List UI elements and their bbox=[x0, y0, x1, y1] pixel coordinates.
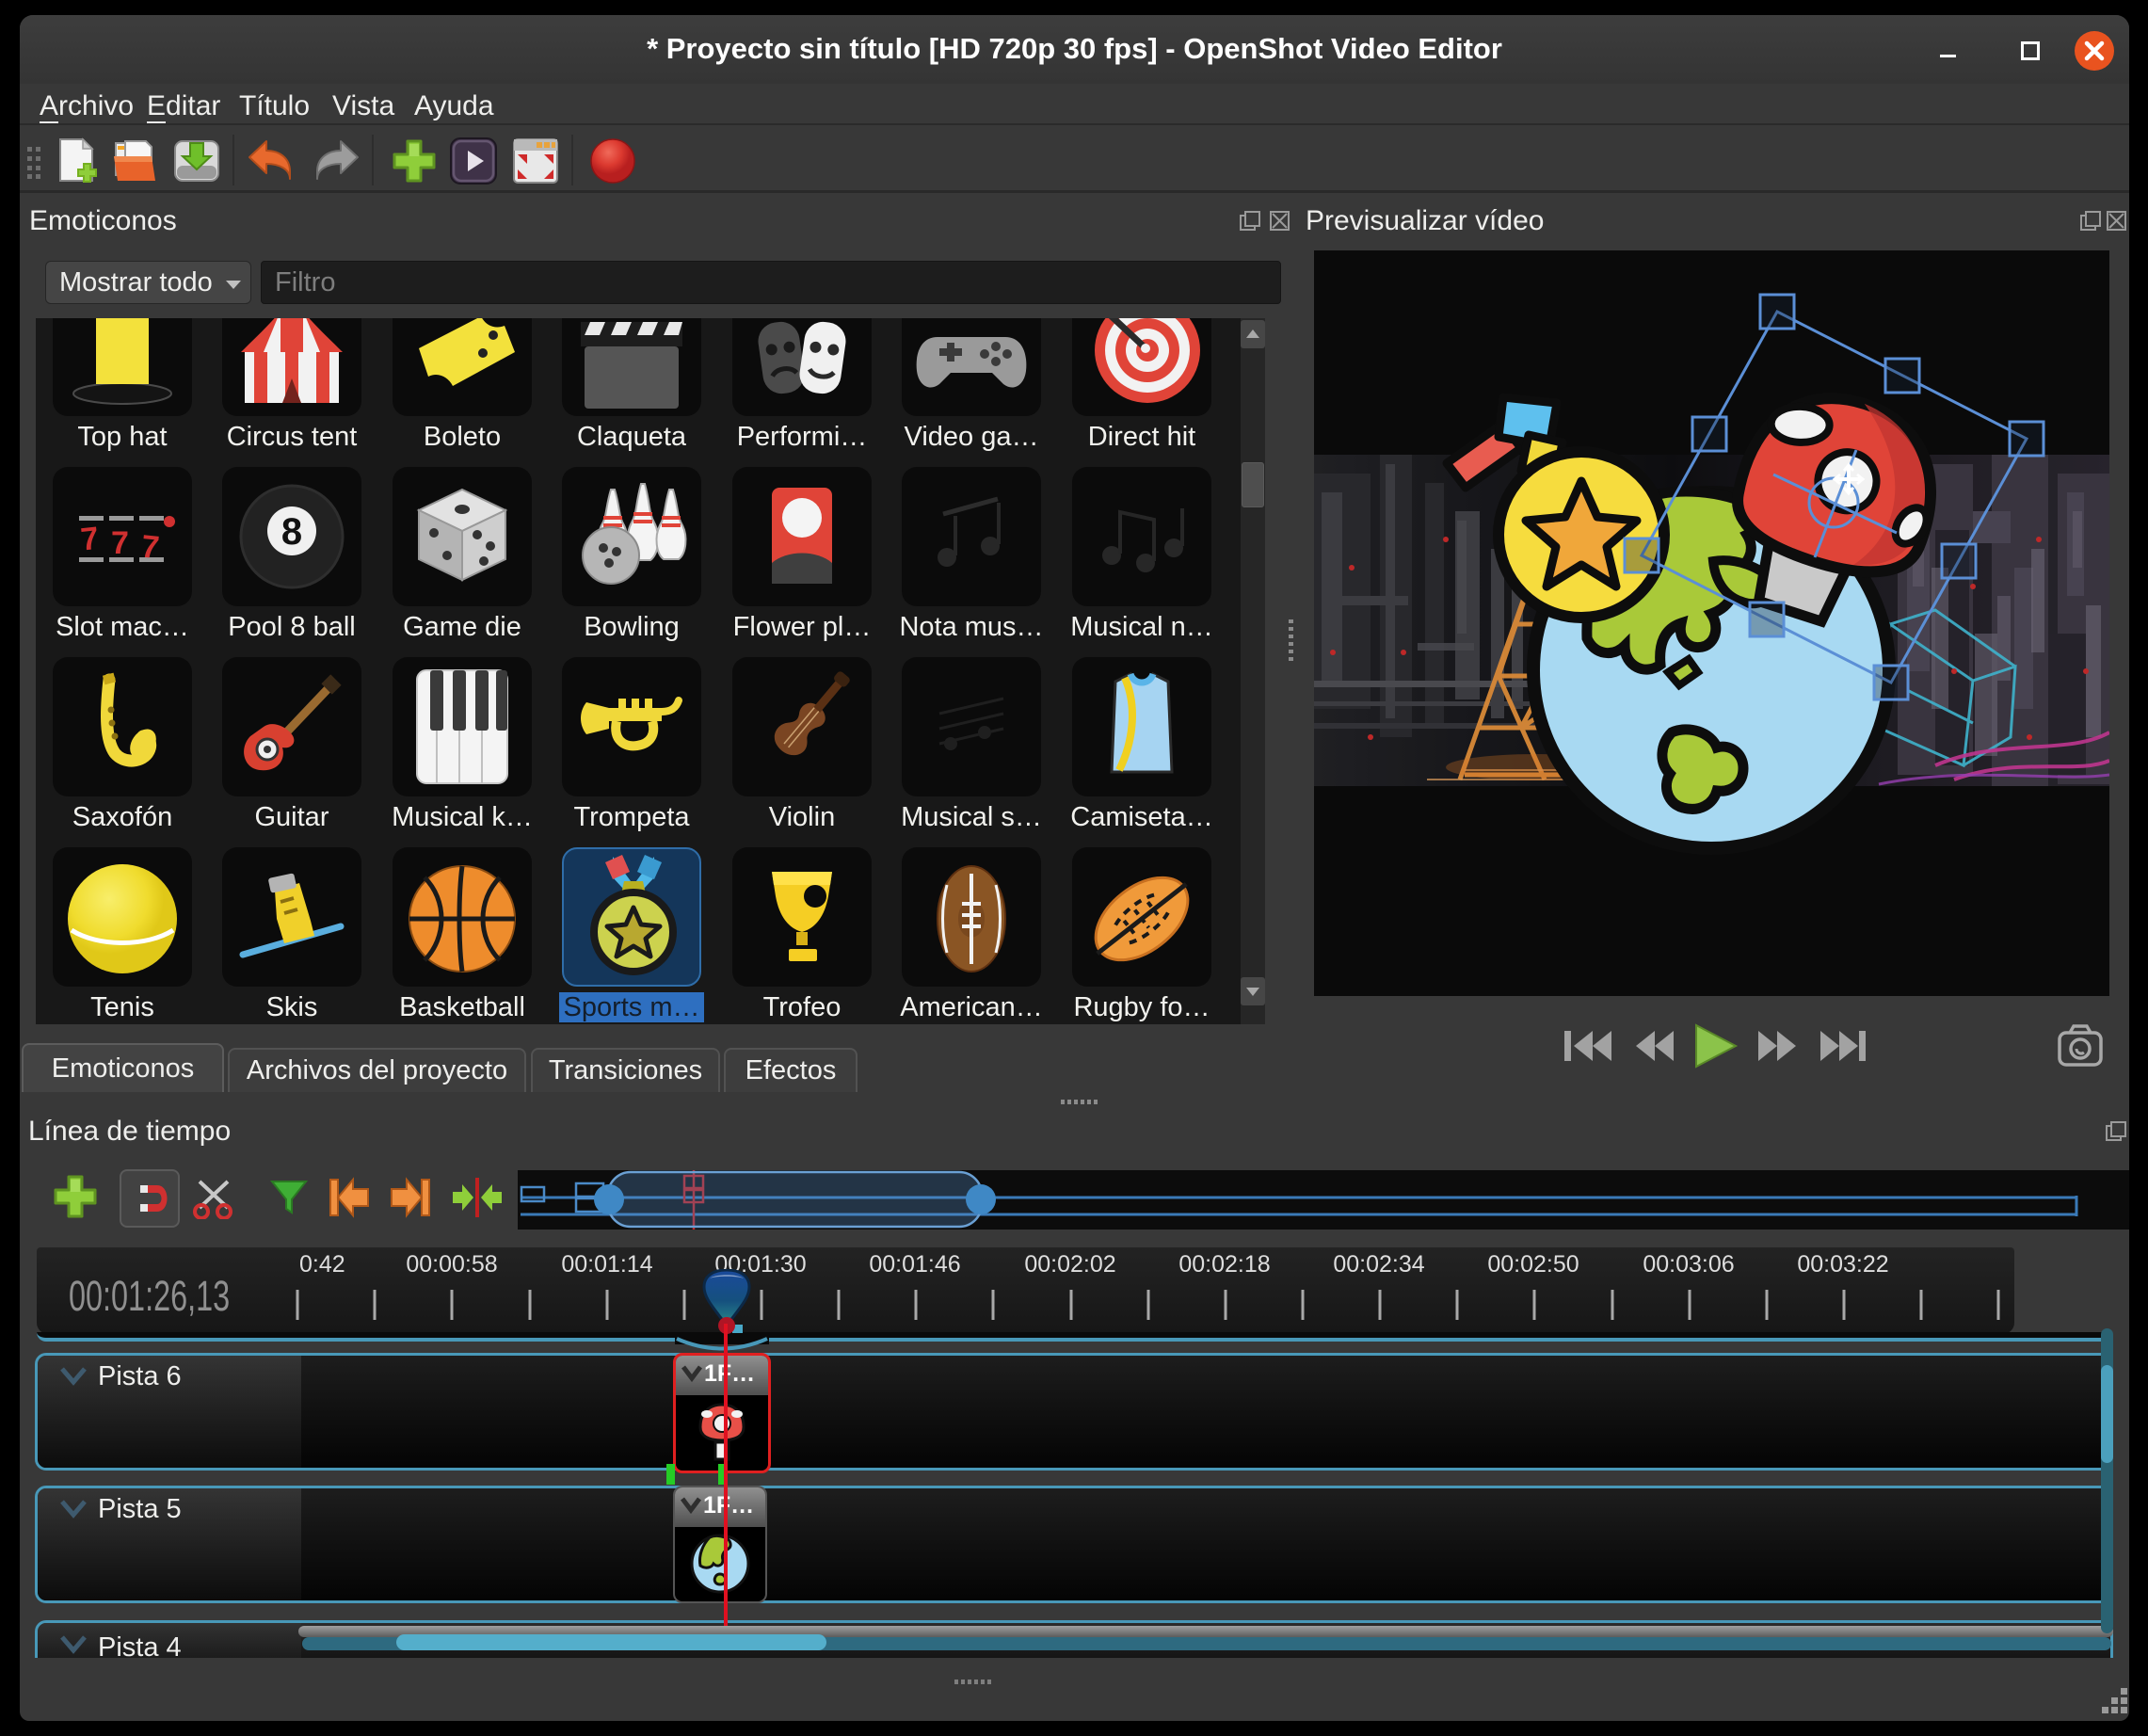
svg-text:7: 7 bbox=[111, 525, 129, 561]
svg-text:7: 7 bbox=[139, 528, 161, 566]
svg-text:8: 8 bbox=[281, 511, 302, 553]
svg-text:7: 7 bbox=[79, 521, 101, 558]
